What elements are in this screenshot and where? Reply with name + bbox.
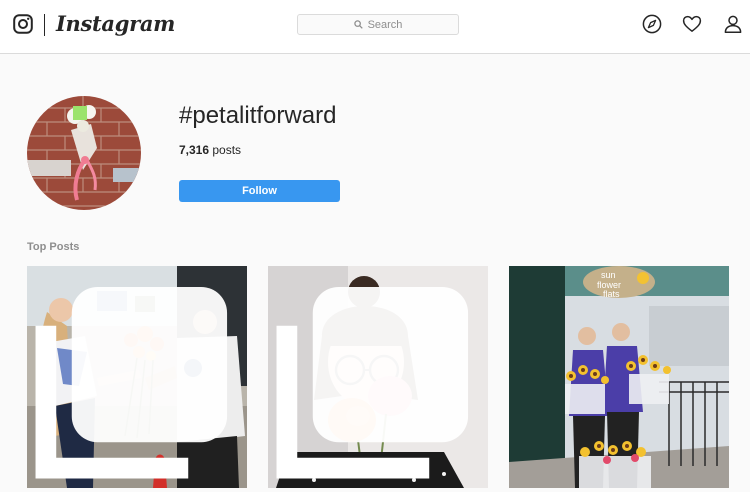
search-placeholder: Search (367, 18, 403, 31)
multi-photo-icon (276, 286, 469, 479)
search-input[interactable]: Search (297, 14, 459, 35)
post-3-image: sun flower flats (509, 266, 729, 488)
store-sign-line-3: flats (603, 289, 620, 299)
hashtag-avatar (27, 96, 141, 210)
store-sign-line-1: sun (601, 270, 616, 280)
top-post-2[interactable] (268, 266, 488, 488)
top-nav-bar: Instagram Search (0, 0, 750, 54)
hashtag-title: #petalitforward (179, 102, 337, 129)
post-count-label: posts (212, 143, 242, 157)
heart-icon[interactable] (682, 14, 702, 34)
user-icon[interactable] (723, 14, 743, 34)
multi-photo-icon (35, 286, 228, 479)
post-count: 7,316 posts (179, 143, 241, 157)
top-post-1[interactable] (27, 266, 247, 488)
top-post-3[interactable]: sun flower flats (509, 266, 729, 488)
header-divider (44, 14, 45, 36)
post-count-value: 7,316 (179, 143, 210, 157)
compass-icon[interactable] (642, 14, 662, 34)
instagram-glyph-icon[interactable] (13, 14, 33, 34)
search-icon (353, 20, 363, 29)
follow-button[interactable]: Follow (179, 180, 340, 202)
instagram-logo[interactable]: Instagram (56, 11, 175, 36)
top-posts-label: Top Posts (27, 241, 80, 253)
